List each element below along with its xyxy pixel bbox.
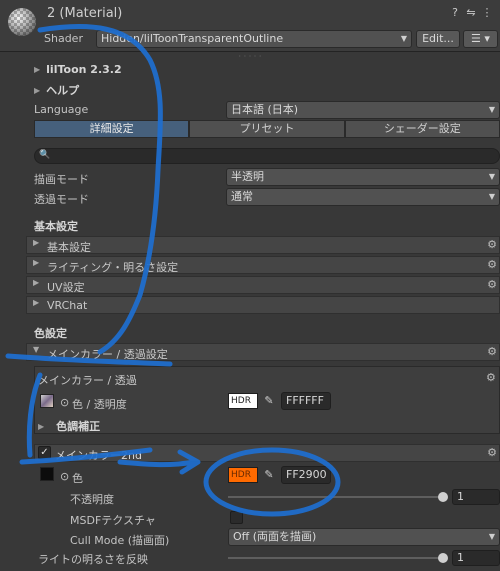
basic-settings-title: 基本設定	[34, 220, 78, 233]
render-mode-label: 描画モード	[34, 173, 89, 186]
gear-icon[interactable]: ⚙	[487, 278, 497, 291]
chevron-down-icon: ▼	[488, 172, 495, 181]
search-input[interactable]: 🔍	[34, 148, 500, 164]
inspector-header: 2 (Material) ? ⇋ ⋮ Shader Hidden/lilToon…	[0, 0, 500, 52]
main-color-2nd-hex[interactable]: FF2900	[281, 466, 331, 484]
opacity-slider-thumb[interactable]	[438, 492, 448, 502]
tab-advanced[interactable]: 詳細設定	[34, 120, 190, 138]
more-icon[interactable]: ⋮	[481, 7, 493, 19]
divider: · · · · ·	[238, 52, 262, 61]
texture-thumbnail-2nd[interactable]	[40, 467, 54, 481]
msdf-checkbox[interactable]	[230, 511, 243, 524]
chevron-right-icon: ▶	[33, 298, 40, 307]
render-mode-dropdown[interactable]: 半透明 ▼	[226, 168, 500, 186]
eyedropper-icon[interactable]: ✎	[260, 393, 278, 409]
help-icon[interactable]: ?	[449, 7, 461, 19]
chevron-down-icon: ▼	[488, 105, 495, 114]
list-icon[interactable]: ☰ ▾	[463, 30, 498, 48]
hdr-badge: HDR	[231, 396, 251, 406]
opacity-value[interactable]: 1	[452, 489, 500, 505]
shader-dropdown[interactable]: Hidden/lilToonTransparentOutline ▼	[96, 30, 412, 48]
tab-shader-settings[interactable]: シェーダー設定	[344, 120, 500, 138]
transparent-mode-label: 透過モード	[34, 193, 89, 206]
foldout-uv[interactable]: ▶ UV設定 ⚙	[26, 276, 500, 294]
gear-icon[interactable]: ⚙	[487, 258, 497, 271]
main-color-label: 色 / 透明度	[72, 398, 127, 411]
hdr-badge: HDR	[231, 470, 251, 480]
texture-slot-icon[interactable]: ⊙	[60, 470, 69, 483]
light-slider-thumb[interactable]	[438, 553, 448, 563]
msdf-label: MSDFテクスチャ	[70, 514, 156, 527]
opacity-slider-track[interactable]	[228, 496, 444, 498]
edit-shader-button[interactable]: Edit...	[416, 30, 460, 48]
foldout-basic-label: 基本設定	[47, 241, 91, 254]
main-color-subheader: メインカラー / 透過	[38, 374, 137, 387]
language-value: 日本語 (日本)	[231, 103, 299, 116]
foldout-liltoon-label: lilToon 2.3.2	[46, 63, 122, 76]
gear-icon[interactable]: ⚙	[487, 345, 497, 358]
cull-mode-value: Off (両面を描画)	[233, 530, 317, 543]
light-slider-track[interactable]	[228, 557, 444, 559]
foldout-main-color[interactable]: ▼ メインカラー / 透過設定 ⚙	[26, 343, 500, 361]
main-color-2nd-header[interactable]: ✓ メインカラー2nd ⚙	[34, 444, 500, 462]
shader-value: Hidden/lilToonTransparentOutline	[101, 32, 284, 45]
mode-tabs: 詳細設定 プリセット シェーダー設定	[34, 120, 500, 138]
foldout-help[interactable]: ▶ ヘルプ	[34, 82, 79, 98]
chevron-right-icon: ▶	[34, 65, 41, 74]
main-color-2nd-color-label: 色	[72, 472, 83, 485]
foldout-uv-label: UV設定	[47, 281, 85, 294]
foldout-liltoon[interactable]: ▶ lilToon 2.3.2	[34, 63, 122, 76]
tab-preset[interactable]: プリセット	[189, 120, 345, 138]
eyedropper-icon[interactable]: ✎	[260, 467, 278, 483]
chevron-down-icon: ▼	[488, 532, 495, 541]
gear-icon[interactable]: ⚙	[486, 371, 498, 384]
material-preview-icon	[8, 8, 36, 36]
shader-label: Shader	[44, 32, 83, 45]
main-color-2nd-swatch[interactable]: HDR	[228, 467, 258, 483]
main-color-hex[interactable]: FFFFFF	[281, 392, 331, 410]
cull-mode-label: Cull Mode (描画面)	[70, 534, 170, 547]
gear-icon[interactable]: ⚙	[487, 238, 497, 251]
light-reflect-label: ライトの明るさを反映	[38, 553, 148, 566]
light-value[interactable]: 1	[452, 550, 500, 566]
foldout-vrchat-label: VRChat	[47, 299, 88, 312]
foldout-help-label: ヘルプ	[46, 84, 80, 97]
transparent-mode-value: 通常	[231, 190, 253, 203]
preset-icon[interactable]: ⇋	[465, 7, 477, 19]
gear-icon[interactable]: ⚙	[487, 446, 497, 459]
chevron-right-icon: ▶	[33, 258, 40, 267]
color-correction-label: 色調補正	[56, 420, 101, 433]
chevron-right-icon: ▶	[33, 238, 40, 247]
main-color-swatch[interactable]: HDR	[228, 393, 258, 409]
material-title: 2 (Material)	[47, 6, 123, 21]
language-dropdown[interactable]: 日本語 (日本) ▼	[226, 101, 500, 119]
chevron-down-icon: ▼	[488, 192, 495, 201]
chevron-right-icon: ▶	[38, 421, 45, 431]
texture-thumbnail[interactable]	[40, 394, 54, 408]
chevron-right-icon: ▶	[34, 85, 41, 95]
foldout-basic[interactable]: ▶ 基本設定 ⚙	[26, 236, 500, 254]
transparent-mode-dropdown[interactable]: 通常 ▼	[226, 188, 500, 206]
foldout-color-correction[interactable]: ▶ 色調補正	[38, 418, 100, 434]
color-settings-title: 色設定	[34, 327, 67, 340]
foldout-lighting-label: ライティング・明るさ設定	[47, 261, 179, 274]
main-color-2nd-label: メインカラー2nd	[55, 449, 142, 462]
foldout-lighting[interactable]: ▶ ライティング・明るさ設定 ⚙	[26, 256, 500, 274]
texture-slot-icon[interactable]: ⊙	[60, 396, 69, 409]
foldout-main-color-label: メインカラー / 透過設定	[47, 348, 168, 361]
search-icon: 🔍	[39, 150, 51, 160]
chevron-right-icon: ▶	[33, 278, 40, 287]
chevron-down-icon: ▼	[400, 34, 407, 43]
chevron-down-icon: ▼	[33, 345, 40, 354]
render-mode-value: 半透明	[231, 170, 264, 183]
opacity-label: 不透明度	[70, 493, 114, 506]
cull-mode-dropdown[interactable]: Off (両面を描画) ▼	[228, 528, 500, 546]
foldout-vrchat[interactable]: ▶ VRChat	[26, 296, 500, 314]
language-label: Language	[34, 103, 89, 116]
main-color-2nd-checkbox[interactable]: ✓	[38, 446, 51, 459]
